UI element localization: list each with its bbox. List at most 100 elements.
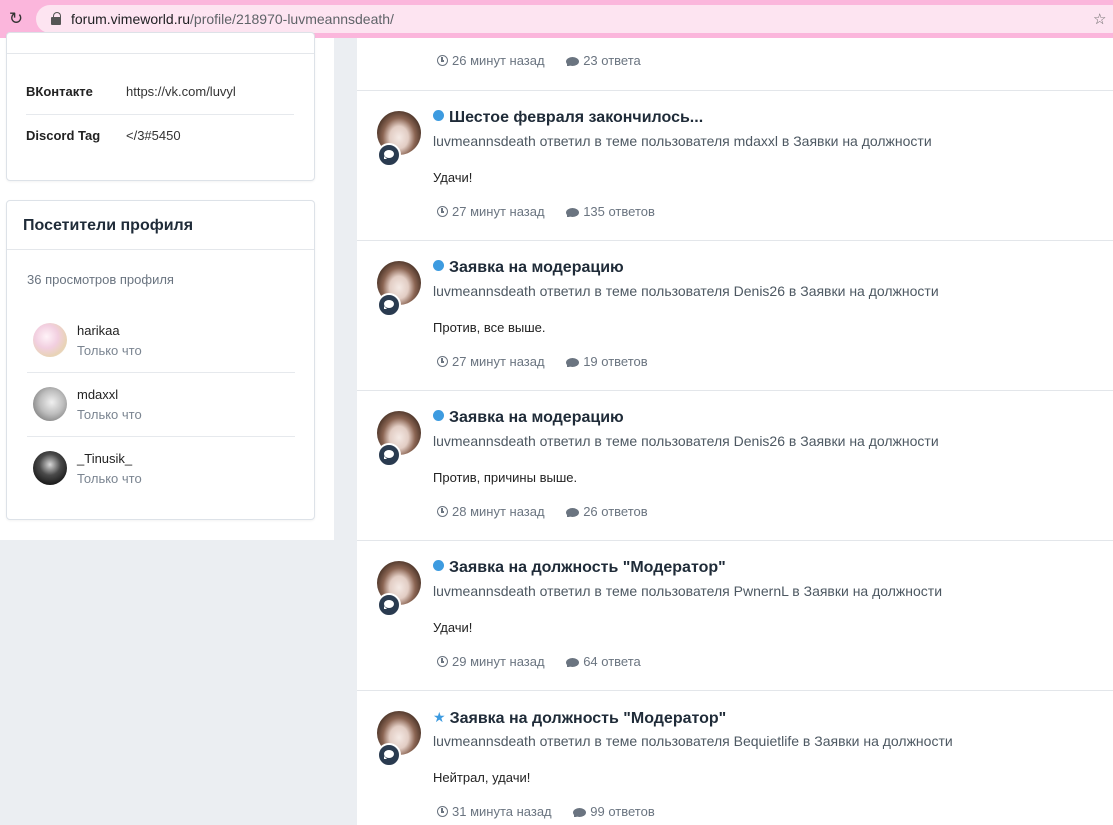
avatar[interactable] [33, 451, 67, 485]
activity-item-partial: 26 минут назад 23 ответа [357, 38, 1113, 91]
user-link[interactable]: luvmeannsdeath [433, 583, 536, 599]
replies-count: 64 ответа [583, 654, 641, 669]
info-label: Discord Tag [26, 128, 101, 143]
post-excerpt: Удачи! [433, 620, 473, 635]
activity-item: Заявка на должность "Модератор" luvmeann… [357, 541, 1113, 691]
info-row-discord: Discord Tag </3#5450 [26, 115, 294, 159]
post-excerpt: Против, все выше. [433, 320, 546, 335]
activity-meta: luvmeannsdeath ответил в теме пользовате… [433, 583, 942, 599]
address-bar[interactable]: forum.vimeworld.ru/profile/218970-luvmea… [36, 5, 1113, 33]
topic-author-link[interactable]: PwnernL [734, 583, 789, 599]
unread-dot-icon [433, 260, 444, 271]
topic-title-link[interactable]: Шестое февраля закончилось... [433, 109, 703, 127]
user-link[interactable]: luvmeannsdeath [433, 283, 536, 299]
info-row-vk: ВКонтакте https://vk.com/luvyl [26, 71, 294, 115]
replies-link[interactable]: 26 ответов [566, 504, 648, 519]
featured-star-icon: ★ [433, 709, 446, 725]
visitor-time: Только что [77, 471, 142, 486]
topic-title: Заявка на модерацию [449, 409, 624, 426]
avatar[interactable] [33, 323, 67, 357]
replies-link[interactable]: 23 ответа [566, 53, 641, 68]
comment-icon [566, 57, 580, 66]
vk-link[interactable]: https://vk.com/luvyl [126, 84, 236, 99]
activity-meta: luvmeannsdeath ответил в теме пользовате… [433, 433, 939, 449]
topic-title-link[interactable]: Заявка на модерацию [433, 409, 624, 427]
topic-author-link[interactable]: mdaxxl [734, 133, 778, 149]
activity-time: 31 минута назад [452, 804, 552, 819]
replies-link[interactable]: 99 ответов [573, 804, 655, 819]
topic-title-link[interactable]: Заявка на модерацию [433, 259, 624, 277]
comment-badge-icon [377, 443, 401, 467]
user-link[interactable]: luvmeannsdeath [433, 433, 536, 449]
clock-icon [437, 656, 448, 667]
profile-info-card: ВКонтакте https://vk.com/luvyl Discord T… [6, 32, 315, 181]
topic-author-link[interactable]: Denis26 [734, 433, 785, 449]
meta-in: в [788, 283, 797, 299]
unread-dot-icon [433, 560, 444, 571]
comment-badge-icon [377, 743, 401, 767]
replies-count: 23 ответа [583, 53, 641, 68]
visitor-item: harikaa Только что [27, 309, 295, 373]
meta-text: ответил в теме пользователя [539, 733, 730, 749]
visitor-name[interactable]: _Tinusik_ [77, 451, 132, 466]
discord-tag-value: </3#5450 [126, 128, 181, 143]
visitor-name[interactable]: mdaxxl [77, 387, 118, 402]
bookmark-star-icon[interactable]: ☆ [1093, 10, 1106, 28]
user-link[interactable]: luvmeannsdeath [433, 733, 536, 749]
comment-badge-icon [377, 293, 401, 317]
replies-link[interactable]: 64 ответа [566, 654, 641, 669]
activity-stats: 28 минут назад 26 ответов [437, 504, 648, 519]
replies-count: 99 ответов [590, 804, 655, 819]
visitor-item: _Tinusik_ Только что [27, 437, 295, 501]
forum-link[interactable]: Заявки на должности [800, 433, 938, 449]
activity-stats: 27 минут назад 135 ответов [437, 204, 655, 219]
activity-time: 29 минут назад [452, 654, 545, 669]
author-avatar [377, 561, 423, 617]
forum-link[interactable]: Заявки на должности [804, 583, 942, 599]
author-avatar [377, 261, 423, 317]
visitor-item: mdaxxl Только что [27, 373, 295, 437]
unread-dot-icon [433, 410, 444, 421]
post-excerpt: Против, причины выше. [433, 470, 578, 485]
clock-icon [437, 806, 448, 817]
reload-icon[interactable]: ↻ [6, 9, 26, 29]
forum-link[interactable]: Заявки на должности [800, 283, 938, 299]
avatar[interactable] [33, 387, 67, 421]
meta-in: в [802, 733, 811, 749]
forum-link[interactable]: Заявки на должности [814, 733, 952, 749]
visitor-time: Только что [77, 407, 142, 422]
comment-icon [566, 208, 580, 217]
topic-author-link[interactable]: Bequietlife [734, 733, 799, 749]
clock-icon [437, 356, 448, 367]
url-text[interactable]: forum.vimeworld.ru/profile/218970-luvmea… [71, 11, 394, 27]
topic-title-link[interactable]: Заявка на должность "Модератор" [433, 559, 726, 577]
forum-link[interactable]: Заявки на должности [793, 133, 931, 149]
author-avatar [377, 111, 423, 167]
activity-item: ★ Заявка на должность "Модератор" luvmean… [357, 691, 1113, 825]
author-avatar [377, 711, 423, 767]
unread-dot-icon [433, 110, 444, 121]
meta-in: в [792, 583, 800, 599]
clock-icon [437, 206, 448, 217]
activity-meta: luvmeannsdeath ответил в теме пользовате… [433, 133, 932, 149]
activity-stats: 26 минут назад 23 ответа [437, 53, 641, 68]
topic-author-link[interactable]: Denis26 [734, 283, 785, 299]
activity-item: Заявка на модерацию luvmeannsdeath ответ… [357, 391, 1113, 541]
replies-link[interactable]: 135 ответов [566, 204, 655, 219]
replies-count: 26 ответов [583, 504, 648, 519]
replies-link[interactable]: 19 ответов [566, 354, 648, 369]
topic-title: Заявка на должность "Модератор" [449, 710, 727, 727]
topic-title-link[interactable]: ★ Заявка на должность "Модератор" [433, 709, 726, 728]
activity-stats: 31 минута назад 99 ответов [437, 804, 655, 819]
divider [7, 249, 314, 250]
activity-meta: luvmeannsdeath ответил в теме пользовате… [433, 283, 939, 299]
activity-time: 26 минут назад [452, 53, 545, 68]
author-avatar [377, 411, 423, 467]
topic-title: Заявка на должность "Модератор" [449, 559, 726, 576]
visitor-name[interactable]: harikaa [77, 323, 120, 338]
divider [7, 53, 314, 54]
user-link[interactable]: luvmeannsdeath [433, 133, 536, 149]
url-host: forum.vimeworld.ru [71, 11, 191, 27]
activity-stats: 29 минут назад 64 ответа [437, 654, 641, 669]
activity-meta: luvmeannsdeath ответил в теме пользовате… [433, 733, 953, 749]
